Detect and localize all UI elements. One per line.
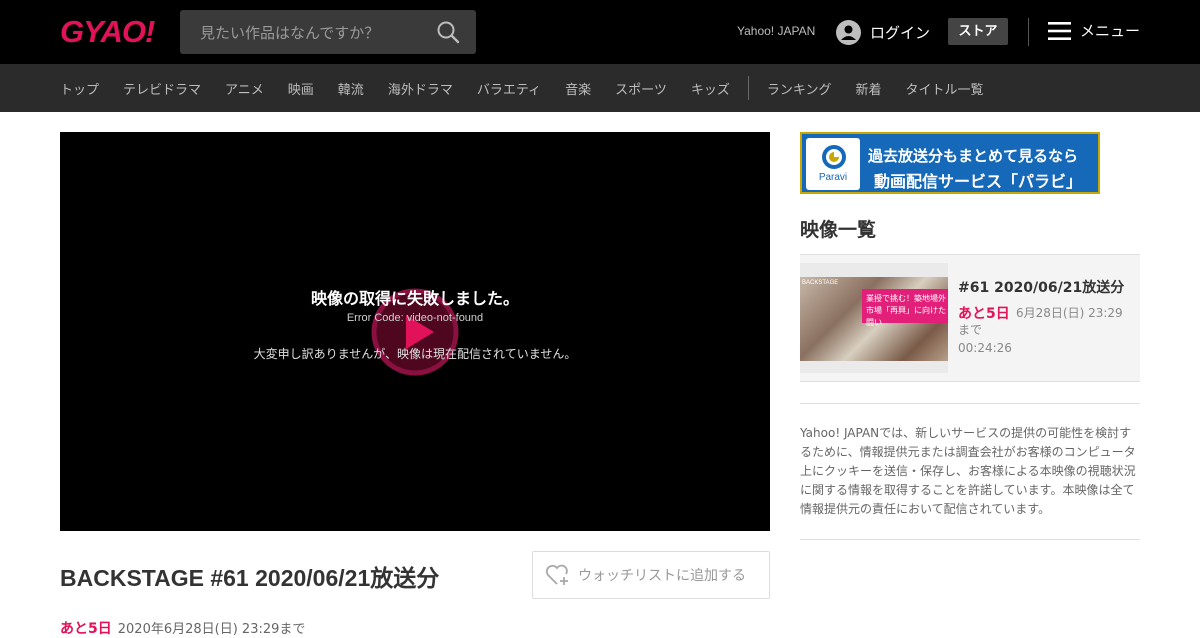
paravi-banner[interactable]: Paravi 過去放送分もまとめて見るなら 動画配信サービス「パラビ」 (800, 132, 1100, 194)
notice-divider-top (800, 403, 1140, 404)
error-title: 映像の取得に失敗しました。 (310, 289, 519, 308)
heart-plus-icon (545, 564, 568, 585)
episode-title[interactable]: #61 2020/06/21放送分 (958, 277, 1124, 297)
user-icon (836, 19, 861, 45)
nav-item-anime[interactable]: アニメ (225, 79, 264, 98)
login-label: ログイン (870, 23, 931, 42)
nav-item-variety[interactable]: バラエティ (477, 79, 541, 98)
nav-item-movie[interactable]: 映画 (288, 79, 314, 98)
nav-item-music[interactable]: 音楽 (565, 79, 591, 98)
episode-list-item[interactable]: BACKSTAGE 業授で挑む！築地場外市場「再興」に向けた闘い #61 202… (800, 255, 1140, 382)
episode-list-heading: 映像一覧 (800, 219, 877, 241)
nav-item-korean[interactable]: 韓流 (338, 79, 364, 98)
nav-item-tv-drama[interactable]: テレビドラマ (123, 79, 201, 98)
search-box[interactable]: 見たい作品はなんですか？ (180, 10, 476, 54)
thumbnail-tag: BACKSTAGE (802, 280, 839, 286)
search-icon[interactable] (436, 20, 460, 44)
search-input[interactable]: 見たい作品はなんですか？ (200, 22, 379, 43)
notice-divider-bottom (800, 539, 1140, 540)
category-nav: トップ テレビドラマ アニメ 映画 韓流 海外ドラマ バラエティ 音楽 スポーツ… (0, 64, 1200, 112)
login-button[interactable]: ログイン (836, 19, 930, 45)
banner-line-1: 過去放送分もまとめて見るなら (868, 147, 1079, 165)
privacy-notice: Yahoo! JAPANでは、新しいサービスの提供の可能性を検討するために、情報… (800, 426, 1136, 516)
episode-thumbnail[interactable]: BACKSTAGE 業授で挑む！築地場外市場「再興」に向けた闘い (800, 263, 948, 373)
nav-item-foreign-drama[interactable]: 海外ドラマ (388, 79, 453, 98)
nav-item-title-list[interactable]: タイトル一覧 (905, 79, 983, 98)
gyao-logo[interactable]: GYAO! (60, 14, 155, 50)
watchlist-label: ウォッチリストに追加する (578, 568, 746, 584)
availability-info: あと5日 2020年6月28日(日) 23:29まで (60, 618, 305, 638)
paravi-logo-icon (822, 145, 846, 169)
nav-item-top[interactable]: トップ (60, 79, 99, 98)
menu-label: メニュー (1080, 22, 1141, 40)
remaining-days: あと5日 (60, 621, 112, 637)
nav-item-kids[interactable]: キッズ (691, 79, 730, 98)
error-code: Error Code: video-not-found (346, 312, 484, 324)
nav-divider (747, 76, 749, 100)
hamburger-icon (1048, 21, 1071, 40)
nav-item-ranking[interactable]: ランキング (767, 79, 832, 98)
yahoo-japan-link[interactable]: Yahoo! JAPAN (737, 24, 815, 38)
nav-item-new[interactable]: 新着 (855, 79, 881, 98)
nav-item-sports[interactable]: スポーツ (615, 79, 667, 98)
menu-button[interactable]: メニュー (1048, 20, 1140, 41)
error-message: 大変申し訳ありませんが、映像は現在配信されていません。 (253, 347, 577, 361)
video-player[interactable]: 映像の取得に失敗しました。 Error Code: video-not-foun… (60, 132, 770, 531)
episode-until: 6月28日(日) 23:29まで (958, 306, 1123, 337)
episode-duration: 00:24:26 (958, 341, 1012, 355)
banner-line-2: 動画配信サービス「パラビ」 (874, 172, 1083, 191)
paravi-logo-text: Paravi (818, 172, 848, 183)
store-button[interactable]: ストア (948, 18, 1008, 45)
top-bar: GYAO! 見たい作品はなんですか？ Yahoo! JAPAN ログイン ストア… (0, 0, 1200, 64)
video-title: BACKSTAGE #61 2020/06/21放送分 (60, 565, 440, 591)
thumbnail-caption: 業授で挑む！築地場外市場「再興」に向けた闘い (866, 294, 946, 327)
paravi-logo: Paravi (806, 138, 860, 190)
header-divider (1028, 18, 1029, 46)
add-to-watchlist-button[interactable]: ウォッチリストに追加する (532, 551, 770, 599)
